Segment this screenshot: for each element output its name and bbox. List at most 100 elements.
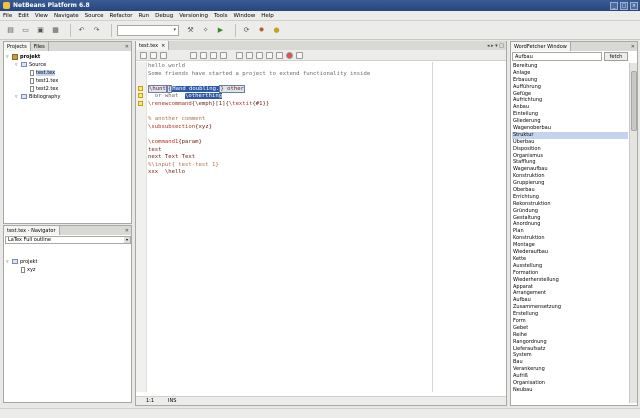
list-item[interactable]: Ausstellung <box>512 263 628 270</box>
list-item[interactable]: Plan <box>512 228 628 235</box>
list-item[interactable]: Kette <box>512 256 628 263</box>
menu-versioning[interactable]: Versioning <box>179 13 208 19</box>
list-item[interactable]: Gebet <box>512 325 628 332</box>
list-item[interactable]: Wiederherstellung <box>512 277 628 284</box>
list-item[interactable]: Konstruktion <box>512 173 628 180</box>
list-item[interactable]: Wagenoberbau <box>512 125 628 132</box>
menu-refactor[interactable]: Refactor <box>110 13 133 19</box>
menu-help[interactable]: Help <box>261 13 274 19</box>
list-item[interactable]: Montage <box>512 242 628 249</box>
list-item[interactable]: Wiederaufbau <box>512 249 628 256</box>
build-icon[interactable]: ⚒ <box>185 25 196 36</box>
tree-item[interactable]: ▿ Bibliography <box>15 93 60 100</box>
warning-marker-icon[interactable] <box>138 85 143 91</box>
record-macro-icon[interactable] <box>286 51 293 59</box>
tree-item[interactable]: test2.tex <box>24 85 58 92</box>
list-item[interactable]: Formation <box>512 270 628 277</box>
new-project-icon[interactable]: ▤ <box>5 25 16 36</box>
menu-window[interactable]: Window <box>234 13 256 19</box>
tree-item[interactable]: test1.tex <box>24 77 58 84</box>
list-item[interactable]: Anlage <box>512 70 628 77</box>
gc-icon[interactable]: ● <box>271 25 282 36</box>
warning-marker-icon[interactable] <box>138 93 143 99</box>
find-icon[interactable] <box>190 51 197 59</box>
menu-source[interactable]: Source <box>85 13 104 19</box>
next-bookmark-icon[interactable] <box>246 51 253 59</box>
panel-close-icon[interactable]: ✕ <box>631 44 635 50</box>
list-item[interactable]: Verankerung <box>512 366 628 373</box>
list-item[interactable]: Aufführung <box>512 84 628 91</box>
list-item[interactable]: Struktur <box>512 131 628 139</box>
list-item[interactable]: Wagenaufbau <box>512 166 628 173</box>
navigator-combo[interactable]: LaTex Full outline ▾ <box>5 236 131 244</box>
menu-tools[interactable]: Tools <box>214 13 228 19</box>
forward-icon[interactable] <box>150 51 157 59</box>
find-prev-icon[interactable] <box>200 51 207 59</box>
list-item[interactable]: Rekonstruktion <box>512 201 628 208</box>
list-item[interactable]: Organismus <box>512 153 628 160</box>
list-item[interactable]: Stafflung <box>512 159 628 166</box>
list-item[interactable]: System <box>512 352 628 359</box>
maximize-button[interactable]: □ <box>620 1 628 10</box>
new-file-icon[interactable]: ▭ <box>20 25 31 36</box>
menu-file[interactable]: File <box>3 13 12 19</box>
list-item[interactable]: Gliederung <box>512 118 628 125</box>
debug-icon[interactable]: ⟳ <box>241 25 252 36</box>
find-next-icon[interactable] <box>210 51 217 59</box>
wordfetcher-search-input[interactable] <box>512 52 602 61</box>
list-item[interactable]: Lieferaufsatz <box>512 346 628 353</box>
minimize-button[interactable]: _ <box>610 1 618 10</box>
tree-item[interactable]: xyz <box>15 266 36 273</box>
tree-item[interactable]: test.tex <box>24 69 56 76</box>
list-item[interactable]: Aufbau <box>512 297 628 304</box>
list-item[interactable]: Oberbau <box>512 187 628 194</box>
list-item[interactable]: Bau <box>512 359 628 366</box>
menu-debug[interactable]: Debug <box>155 13 173 19</box>
list-item[interactable]: Neubau <box>512 387 628 394</box>
save-all-icon[interactable]: ▦ <box>50 25 61 36</box>
tab-projects[interactable]: Projects <box>4 42 31 51</box>
list-item[interactable]: Erstellung <box>512 311 628 318</box>
list-item[interactable]: Aufriß <box>512 373 628 380</box>
tree-item[interactable]: ▿ projekt <box>6 258 38 265</box>
list-item[interactable]: Anordnung <box>512 221 628 228</box>
list-item[interactable]: Überbau <box>512 139 628 146</box>
list-item[interactable]: Arrangement <box>512 290 628 297</box>
shift-left-icon[interactable] <box>266 51 273 59</box>
menu-edit[interactable]: Edit <box>18 13 29 19</box>
menu-run[interactable]: Run <box>139 13 150 19</box>
prev-bookmark-icon[interactable] <box>236 51 243 59</box>
toggle-bookmark-icon[interactable] <box>256 51 263 59</box>
list-item[interactable]: Disposition <box>512 146 628 153</box>
list-item[interactable]: Gefüge <box>512 91 628 98</box>
menu-view[interactable]: View <box>35 13 48 19</box>
list-item[interactable]: Gründung <box>512 208 628 215</box>
wordfetcher-scrollbar[interactable] <box>629 63 637 403</box>
list-item[interactable]: Aufrichtung <box>512 97 628 104</box>
list-item[interactable]: Bereitung <box>512 63 628 70</box>
open-project-icon[interactable]: ▣ <box>35 25 46 36</box>
list-item[interactable]: Reihe <box>512 332 628 339</box>
list-item[interactable]: Organisation <box>512 380 628 387</box>
redo-icon[interactable]: ↷ <box>91 25 102 36</box>
tab-files[interactable]: Files <box>31 42 49 51</box>
tree-item[interactable]: ▿ Source <box>15 61 46 68</box>
tab-close-icon[interactable]: × <box>161 43 165 49</box>
history-icon[interactable] <box>160 51 167 59</box>
list-item[interactable]: Gestaltung <box>512 215 628 222</box>
tab-editor-file[interactable]: test.tex × <box>136 41 170 50</box>
fetch-button[interactable]: fetch <box>604 52 628 61</box>
stop-macro-icon[interactable] <box>296 51 303 59</box>
panel-close-icon[interactable]: ✕ <box>125 228 129 234</box>
list-item[interactable]: Anbau <box>512 104 628 111</box>
list-item[interactable]: Konstruktion <box>512 235 628 242</box>
list-item[interactable]: Rangordnung <box>512 339 628 346</box>
profile-icon[interactable]: ✹ <box>256 25 267 36</box>
toggle-highlight-icon[interactable] <box>220 51 227 59</box>
list-item[interactable]: Gruppierung <box>512 180 628 187</box>
tree-item[interactable]: ▿ projekt <box>6 53 40 60</box>
list-item[interactable]: Einteilung <box>512 111 628 118</box>
warning-marker-icon[interactable] <box>138 101 143 106</box>
configuration-combo[interactable]: ▾ <box>117 24 179 36</box>
list-item[interactable]: Apparat <box>512 284 628 291</box>
